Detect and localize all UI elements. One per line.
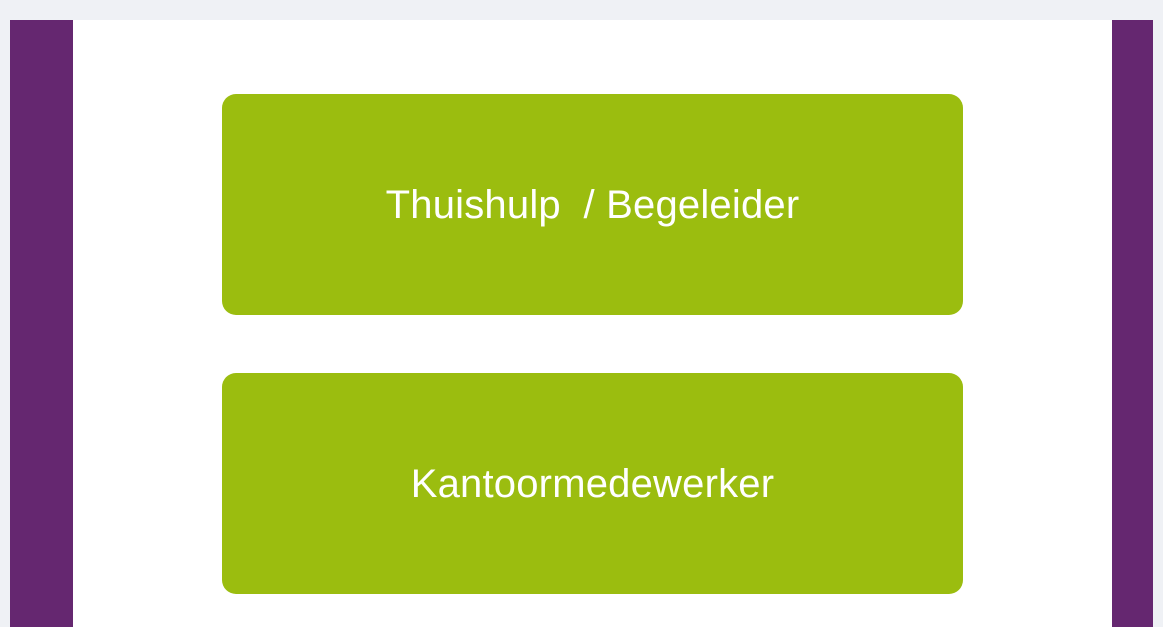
purple-frame: Thuishulp / Begeleider Kantoormedewerker xyxy=(10,20,1153,627)
thuishulp-begeleider-button[interactable]: Thuishulp / Begeleider xyxy=(222,94,963,315)
content-panel: Thuishulp / Begeleider Kantoormedewerker xyxy=(73,20,1112,627)
kantoormedewerker-button[interactable]: Kantoormedewerker xyxy=(222,373,963,594)
thuishulp-begeleider-label: Thuishulp / Begeleider xyxy=(385,182,800,227)
kantoormedewerker-label: Kantoormedewerker xyxy=(410,461,775,506)
